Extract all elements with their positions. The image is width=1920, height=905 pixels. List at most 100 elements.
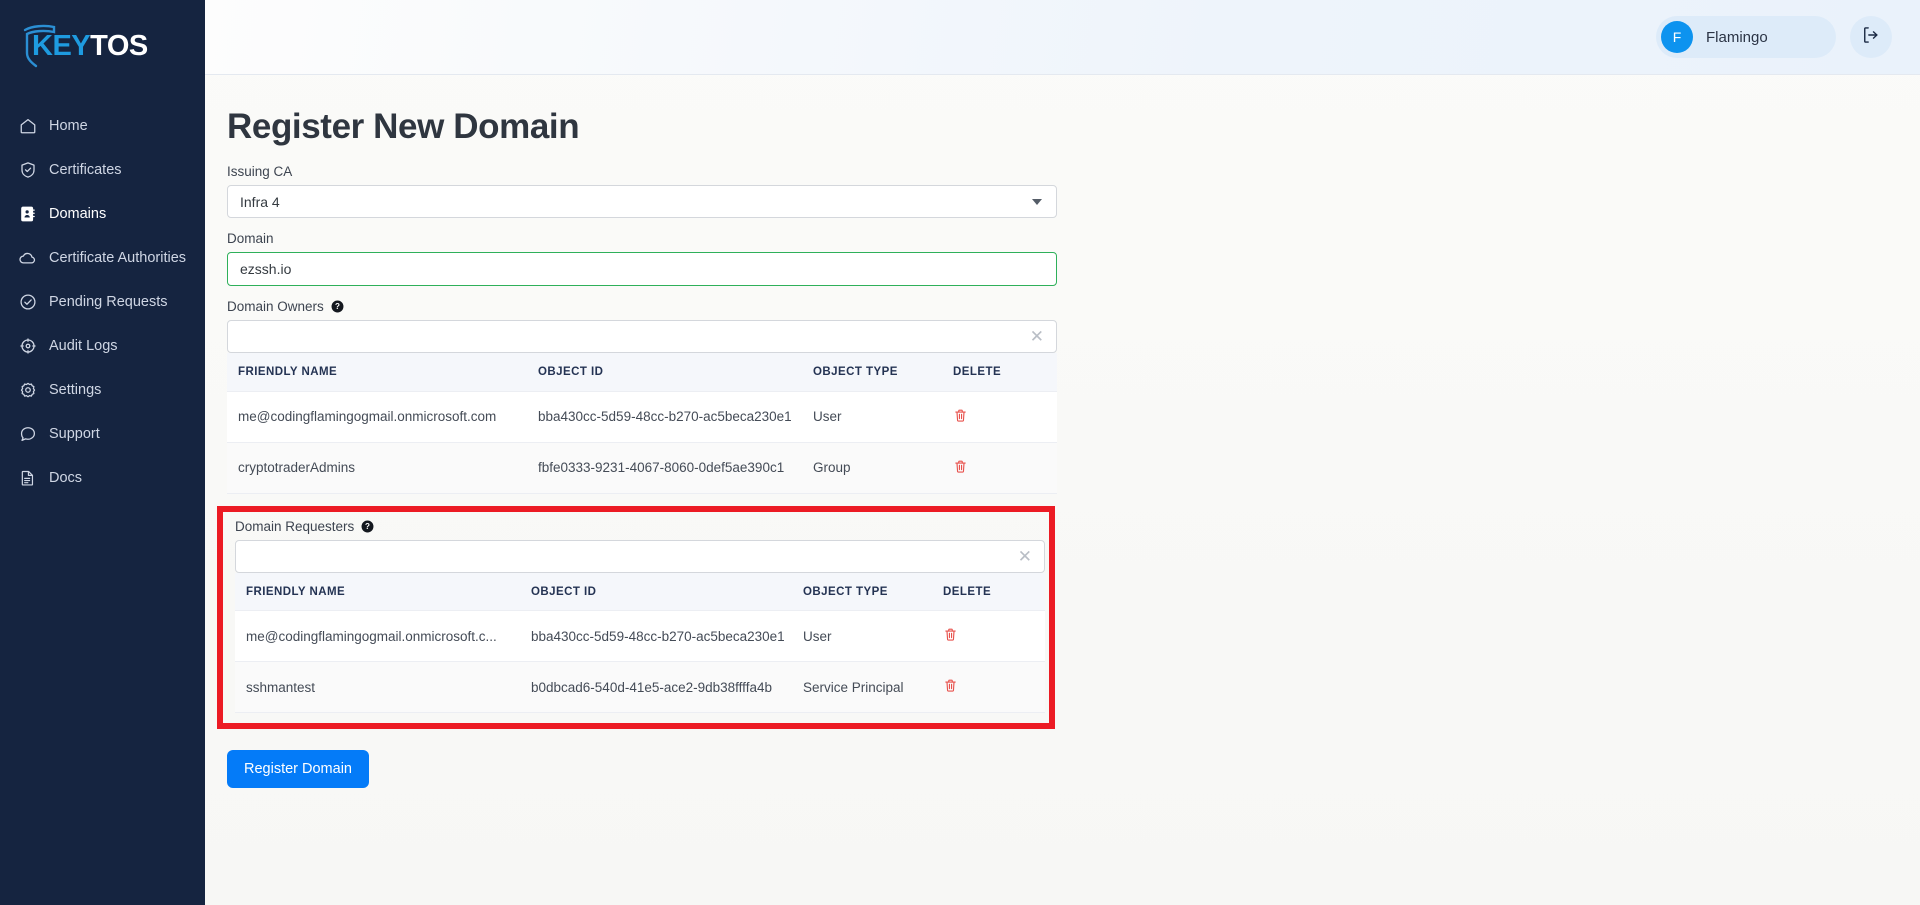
cell-delete [942, 391, 1057, 443]
cell-friendly-name: me@codingflamingogmail.onmicrosoft.c... [235, 610, 520, 662]
domain-requesters-label: Domain Requesters ? [235, 519, 1049, 534]
table-row: me@codingflamingogmail.onmicrosoft.c... … [235, 610, 1045, 662]
sidebar-item-docs[interactable]: Docs [0, 456, 205, 500]
cell-object-type: Service Principal [792, 661, 932, 713]
domain-owners-label: Domain Owners ? [227, 299, 1057, 314]
topbar: F Flamingo [205, 0, 1920, 75]
sidebar-item-label: Certificate Authorities [49, 250, 187, 266]
address-book-icon [18, 205, 37, 224]
logout-icon [1861, 25, 1881, 50]
document-icon [18, 469, 37, 488]
sidebar-item-support[interactable]: Support [0, 412, 205, 456]
sidebar-item-label: Pending Requests [49, 294, 168, 310]
page-title: Register New Domain [227, 107, 580, 146]
sidebar-item-label: Settings [49, 382, 102, 398]
sidebar-item-label: Docs [49, 470, 83, 486]
sidebar-item-label: Domains [49, 206, 107, 222]
issuing-ca-value: Infra 4 [240, 193, 280, 210]
help-circle-icon[interactable]: ? [331, 300, 344, 313]
avatar: F [1661, 21, 1693, 53]
table-row: sshmantest b0dbcad6-540d-41e5-ace2-9db38… [235, 661, 1045, 713]
sidebar-item-domains[interactable]: Domains [0, 192, 205, 236]
column-header-object-id: OBJECT ID [520, 572, 792, 611]
domain-owners-section: Domain Owners ? ✕ FRIENDLY NAME OBJECT I… [227, 299, 1057, 494]
cell-delete [942, 442, 1057, 494]
register-domain-form: Issuing CA Infra 4 Domain ezssh.io Domai… [217, 164, 1057, 788]
logo-tos-text: TOS [90, 29, 148, 62]
domain-owners-table: FRIENDLY NAME OBJECT ID OBJECT TYPE DELE… [227, 353, 1057, 494]
column-header-friendly-name: FRIENDLY NAME [235, 572, 520, 611]
sidebar-item-certificate-authorities[interactable]: Certificate Authorities [0, 236, 205, 280]
table-header-row: FRIENDLY NAME OBJECT ID OBJECT TYPE DELE… [227, 353, 1057, 392]
check-circle-icon [18, 293, 37, 312]
cell-object-id: bba430cc-5d59-48cc-b270-ac5beca230e1 [527, 391, 802, 443]
register-domain-button[interactable]: Register Domain [227, 750, 369, 788]
domain-requesters-section: Domain Requesters ? ✕ FRIENDLY NAME OBJE… [217, 505, 1055, 729]
sidebar-item-label: Audit Logs [49, 338, 118, 354]
chat-bubble-icon [18, 425, 37, 444]
sidebar-item-pending-requests[interactable]: Pending Requests [0, 280, 205, 324]
issuing-ca-select[interactable]: Infra 4 [227, 185, 1057, 218]
sidebar-item-certificates[interactable]: Certificates [0, 148, 205, 192]
brand-logo[interactable]: KEY TOS [0, 10, 205, 82]
domain-owners-picker-input[interactable]: ✕ [227, 320, 1057, 353]
cell-delete [932, 661, 1045, 713]
cell-object-id: bba430cc-5d59-48cc-b270-ac5beca230e1 [520, 610, 792, 662]
close-icon[interactable]: ✕ [1018, 548, 1034, 565]
main-area: F Flamingo Register New Domain Issuing C… [205, 0, 1920, 905]
help-circle-icon[interactable]: ? [361, 520, 374, 533]
cell-object-type: User [802, 391, 942, 443]
trash-icon[interactable] [943, 677, 958, 694]
close-icon[interactable]: ✕ [1030, 328, 1046, 345]
cell-object-type: Group [802, 442, 942, 494]
cell-object-id: b0dbcad6-540d-41e5-ace2-9db38ffffa4b [520, 661, 792, 713]
column-header-delete: DELETE [932, 572, 1045, 611]
shield-logo-icon [22, 23, 60, 73]
cell-delete [932, 610, 1045, 662]
chevron-down-icon [1032, 198, 1042, 205]
cell-object-id: fbfe0333-9231-4067-8060-0def5ae390c1 [527, 442, 802, 494]
domain-label: Domain [227, 231, 274, 246]
clock-icon [18, 337, 37, 356]
domain-requesters-table: FRIENDLY NAME OBJECT ID OBJECT TYPE DELE… [235, 572, 1045, 713]
svg-text:?: ? [335, 302, 340, 311]
sidebar: KEY TOS Home Certificates Domains Certif… [0, 0, 205, 905]
sidebar-nav: Home Certificates Domains Certificate Au… [0, 104, 205, 500]
user-menu-button[interactable]: F Flamingo [1656, 16, 1836, 58]
column-header-object-type: OBJECT TYPE [802, 353, 942, 392]
issuing-ca-label: Issuing CA [227, 164, 293, 179]
domain-requesters-picker-input[interactable]: ✕ [235, 539, 1045, 573]
domain-requesters-label-text: Domain Requesters [235, 518, 355, 534]
sidebar-item-label: Certificates [49, 162, 122, 178]
trash-icon[interactable] [953, 407, 968, 424]
cell-friendly-name: me@codingflamingogmail.onmicrosoft.com [227, 391, 527, 443]
trash-icon[interactable] [953, 458, 968, 475]
table-row: me@codingflamingogmail.onmicrosoft.com b… [227, 391, 1057, 443]
column-header-object-type: OBJECT TYPE [792, 572, 932, 611]
svg-text:?: ? [365, 522, 370, 531]
sidebar-item-home[interactable]: Home [0, 104, 205, 148]
home-icon [18, 117, 37, 136]
cloud-icon [18, 249, 37, 268]
domain-input[interactable]: ezssh.io [227, 252, 1057, 286]
column-header-friendly-name: FRIENDLY NAME [227, 353, 527, 392]
table-row: cryptotraderAdmins fbfe0333-9231-4067-80… [227, 442, 1057, 494]
table-header-row: FRIENDLY NAME OBJECT ID OBJECT TYPE DELE… [235, 572, 1045, 611]
app-root: KEY TOS Home Certificates Domains Certif… [0, 0, 1920, 905]
sidebar-item-label: Home [49, 118, 88, 134]
domain-owners-label-text: Domain Owners [227, 299, 324, 314]
sidebar-item-label: Support [49, 426, 100, 442]
column-header-object-id: OBJECT ID [527, 353, 802, 392]
logout-button[interactable] [1850, 16, 1892, 58]
sidebar-item-audit-logs[interactable]: Audit Logs [0, 324, 205, 368]
cell-object-type: User [792, 610, 932, 662]
shield-check-icon [18, 161, 37, 180]
gear-icon [18, 381, 37, 400]
cell-friendly-name: sshmantest [235, 661, 520, 713]
user-name-label: Flamingo [1706, 28, 1768, 46]
trash-icon[interactable] [943, 626, 958, 643]
domain-input-value: ezssh.io [240, 261, 292, 277]
sidebar-item-settings[interactable]: Settings [0, 368, 205, 412]
column-header-delete: DELETE [942, 353, 1057, 392]
cell-friendly-name: cryptotraderAdmins [227, 442, 527, 494]
